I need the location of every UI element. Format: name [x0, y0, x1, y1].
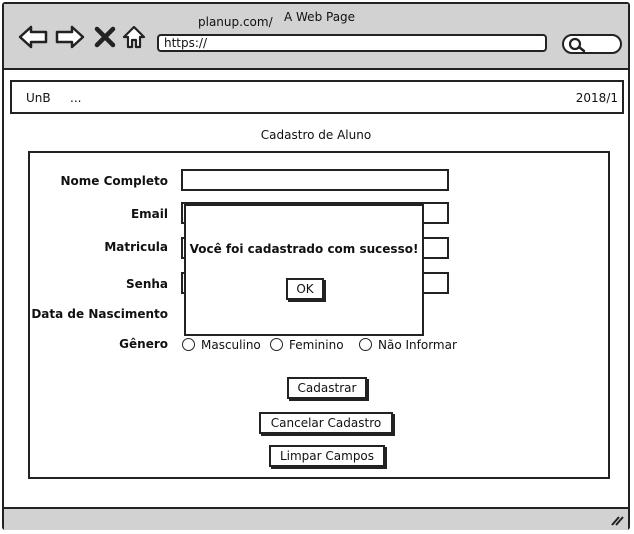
limpar-campos-button[interactable]: Limpar Campos [269, 445, 385, 467]
radio-circle-icon [359, 338, 372, 351]
success-message: Você foi cadastrado com sucesso! [189, 242, 419, 256]
label-data-nascimento: Data de Nascimento [31, 307, 168, 321]
label-email: Email [130, 207, 168, 221]
radio-nao-informar[interactable]: Não Informar [359, 338, 457, 352]
radio-label: Masculino [201, 338, 261, 352]
success-dialog: Você foi cadastrado com sucesso! OK [184, 204, 424, 336]
status-bar [4, 507, 628, 530]
cancelar-cadastro-button[interactable]: Cancelar Cadastro [259, 412, 393, 434]
radio-circle-icon [270, 338, 283, 351]
resize-grip-icon[interactable] [610, 513, 624, 527]
topbar-left-text: UnB [26, 91, 51, 105]
url-tag: planup.com/ [198, 15, 273, 29]
radio-masculino[interactable]: Masculino [182, 338, 261, 352]
topbar-dots[interactable]: ... [70, 91, 81, 105]
search-box[interactable] [562, 34, 622, 54]
label-genero: Gênero [119, 337, 168, 351]
nome-completo-field[interactable] [181, 169, 449, 191]
radio-circle-icon [182, 338, 195, 351]
browser-window: planup.com/ A Web Page https:// UnB ... … [2, 2, 630, 530]
back-arrow-icon[interactable] [18, 24, 48, 50]
label-nome-completo: Nome Completo [60, 174, 168, 188]
browser-chrome: planup.com/ A Web Page https:// [4, 4, 628, 70]
page-title: Cadastro de Aluno [260, 128, 372, 142]
label-senha: Senha [126, 277, 168, 291]
radio-label: Feminino [289, 338, 344, 352]
cadastrar-button[interactable]: Cadastrar [287, 377, 367, 399]
window-title: A Web Page [284, 10, 356, 24]
top-bar: UnB ... 2018/1 [10, 80, 624, 114]
close-x-icon[interactable] [94, 26, 116, 48]
ok-button[interactable]: OK [286, 278, 324, 300]
radio-feminino[interactable]: Feminino [270, 338, 344, 352]
address-bar[interactable]: https:// [157, 34, 547, 52]
label-matricula: Matricula [104, 240, 168, 254]
search-icon [568, 37, 586, 53]
topbar-semester: 2018/1 [575, 91, 618, 105]
home-icon[interactable] [121, 24, 147, 50]
forward-arrow-icon[interactable] [55, 24, 85, 50]
radio-label: Não Informar [378, 338, 457, 352]
